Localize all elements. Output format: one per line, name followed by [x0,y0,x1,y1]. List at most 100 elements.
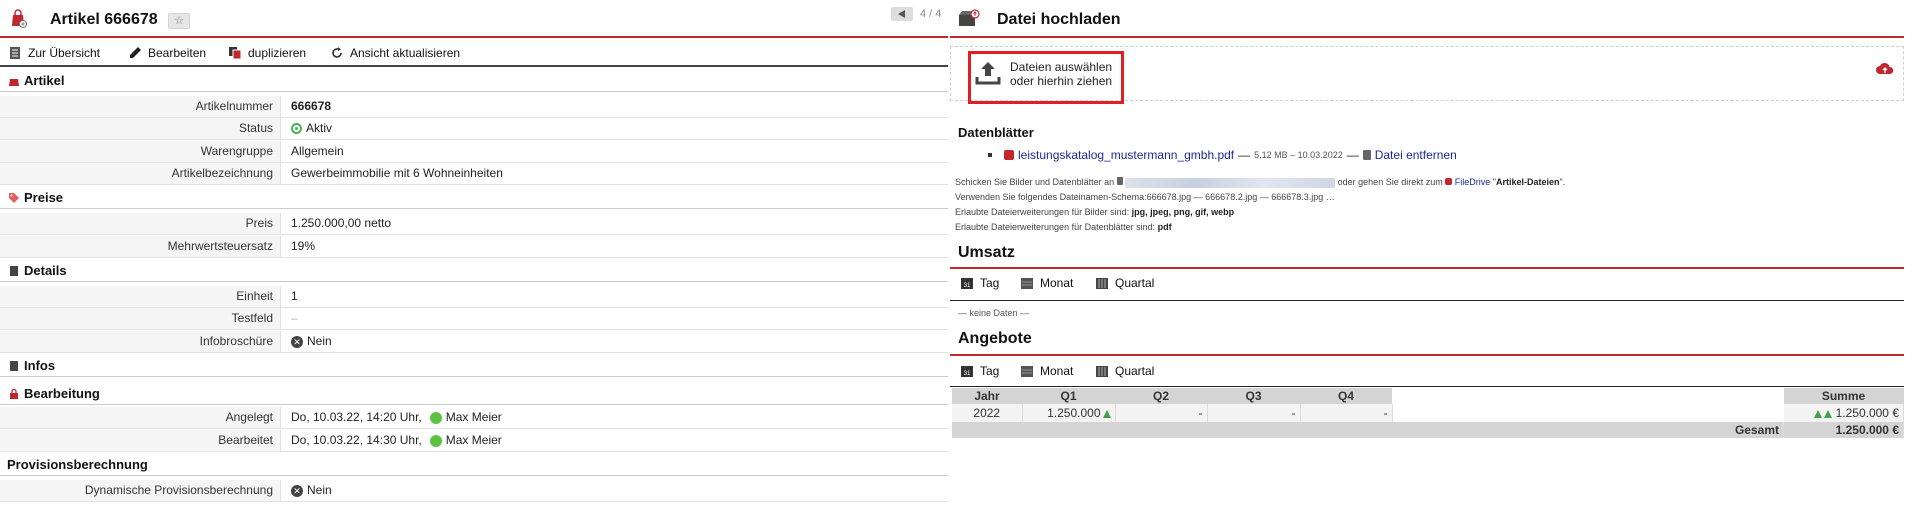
row-angelegt: Angelegt Do, 10.03.22, 14:20 Uhr, Max Mei… [0,407,948,429]
table-row: 2022 1.250.000 - - - 1.250.000 € [952,404,1904,422]
datasheet-file-link[interactable]: leistungskatalog_mustermann_gmbh.pdf [1018,148,1234,162]
redacted-email [1125,177,1336,188]
filedrive-icon [1445,178,1453,185]
user-link[interactable]: Max Meier [446,430,502,451]
row-einheit: Einheit 1 [0,286,948,308]
row-status: Status Aktiv [0,118,948,140]
section-artikel: Artikel [0,70,948,92]
trend-up-icon [1814,409,1823,418]
document-icon [10,360,18,371]
overview-button[interactable]: Zur Übersicht [8,46,100,60]
upload-title: Datei hochladen [997,11,1121,28]
calendar-day-icon: 31 [961,366,973,377]
trend-up-icon [1824,409,1833,418]
no-status-icon: ✕ [291,484,303,497]
section-preise: Preise [0,187,948,209]
table-total-row: Gesamt 1.250.000 € [952,422,1904,438]
calendar-month-icon [1021,278,1033,289]
active-status-icon [291,123,302,134]
remove-file-link[interactable]: Datei entfernen [1375,148,1457,162]
angebote-tag-button[interactable]: 31 Tag [960,364,999,378]
article-panel: Artikel 666678 ☆ 4 / 4 Zur Übersicht Bea… [0,0,948,512]
angebote-monat-button[interactable]: Monat [1020,364,1073,378]
upload-box-icon [959,9,980,26]
document-icon [10,265,18,276]
umsatz-heading: Umsatz [958,244,1015,261]
overview-label: Zur Übersicht [28,46,101,60]
lock-icon [10,388,18,399]
price-tag-icon [9,192,19,203]
row-artikelnummer: Artikelnummer 666678 [0,96,948,118]
angebote-quartal-button[interactable]: Quartal [1095,364,1154,378]
bag-icon [9,78,19,86]
pager-count: 4 / 4 [920,8,942,20]
angebote-heading: Angebote [958,330,1032,347]
file-dropzone[interactable]: Dateien auswählen oder hierhin ziehen [950,46,1904,104]
star-icon: ☆ [174,15,184,27]
no-status-icon: ✕ [291,335,303,348]
shopping-bag-icon [12,9,27,28]
row-infobroschuere: Infobroschüre ✕ Nein [0,331,948,353]
svg-text:31: 31 [964,283,971,289]
user-avatar [429,434,442,447]
previous-record-button[interactable] [891,7,913,21]
upload-info: Schicken Sie Bilder und Datenblätter an … [955,175,1565,235]
refresh-view-button[interactable]: Ansicht aktualisieren [330,46,460,60]
edit-button[interactable]: Bearbeiten [128,46,206,60]
article-toolbar: Zur Übersicht Bearbeiten duplizieren Ans… [0,40,948,67]
row-warengruppe: Warengruppe Allgemein [0,141,948,163]
umsatz-quartal-button[interactable]: Quartal [1095,276,1154,290]
edit-label: Bearbeiten [148,46,207,60]
cloud-upload-icon[interactable] [1875,61,1895,77]
section-details: Details [0,260,948,282]
row-mehrwertsteuersatz: Mehrwertsteuersatz 19% [0,236,948,258]
pdf-icon [1004,150,1014,160]
choose-files-button[interactable]: Dateien auswählen oder hierhin ziehen [968,51,1124,104]
angebote-table: Jahr Q1 Q2 Q3 Q4 Summe 2022 1.250.000 - … [952,388,1904,438]
section-provisionsberechnung: Provisionsberechnung [0,454,948,476]
calendar-month-icon [1021,366,1033,377]
duplicate-button[interactable]: duplizieren [228,46,306,60]
upload-panel: Datei hochladen Dateien auswählen oder h… [950,0,1920,512]
table-header-row: Jahr Q1 Q2 Q3 Q4 Summe [952,388,1904,404]
umsatz-monat-button[interactable]: Monat [1020,276,1073,290]
svg-text:31: 31 [964,371,971,377]
info-line-email: Schicken Sie Bilder und Datenblätter an … [955,177,1566,188]
user-avatar [429,411,442,424]
duplicate-label: duplizieren [248,46,307,60]
calendar-quarter-icon [1096,278,1108,289]
info-line-schema: Verwenden Sie folgendes Dateinamen-Schem… [955,192,1335,202]
page-title: Artikel 666678 [50,11,158,28]
trash-icon [1362,150,1371,160]
info-line-datasheet-ext: Erlaubte Dateierweiterungen für Datenblä… [955,222,1172,232]
datasheet-item: leistungskatalog_mustermann_gmbh.pdf — 5… [988,148,1457,162]
upload-icon [975,62,1001,85]
section-infos: Infos [0,355,948,377]
file-meta: 5,12 MB – 10.03.2022 [1254,150,1343,160]
row-artikelbezeichnung: Artikelbezeichnung Gewerbeimmobilie mit … [0,163,948,185]
calendar-quarter-icon [1096,366,1108,377]
row-bearbeitet: Bearbeitet Do, 10.03.22, 14:30 Uhr, Max M… [0,430,948,452]
info-line-image-ext: Erlaubte Dateierweiterungen für Bilder s… [955,207,1235,217]
calendar-day-icon: 31 [961,278,973,289]
umsatz-tag-button[interactable]: 31 Tag [960,276,999,290]
upload-title-bar: Datei hochladen [950,0,1904,38]
refresh-icon [332,47,342,58]
row-testfeld: Testfeld – [0,308,948,330]
section-bearbeitung: Bearbeitung [0,383,948,405]
refresh-label: Ansicht aktualisieren [350,46,461,60]
pencil-icon [130,47,141,58]
trend-up-icon [1102,409,1111,418]
user-link[interactable]: Max Meier [446,407,502,428]
row-dynamische-provisionsberechnung: Dynamische Provisionsberechnung ✕ Nein [0,480,948,502]
datenblaetter-heading: Datenblätter [958,125,1034,140]
list-document-icon [10,47,20,59]
mail-icon [1116,177,1123,185]
no-data-text: — keine Daten — [958,308,1030,318]
filedrive-link[interactable]: FileDrive "Artikel-Dateien". [1455,177,1565,187]
favorite-star-button[interactable]: ☆ [168,13,190,29]
bullet [988,153,992,157]
article-title-bar: Artikel 666678 ☆ 4 / 4 [0,0,948,38]
duplicate-icon [229,47,242,60]
row-preis: Preis 1.250.000,00 netto [0,213,948,235]
